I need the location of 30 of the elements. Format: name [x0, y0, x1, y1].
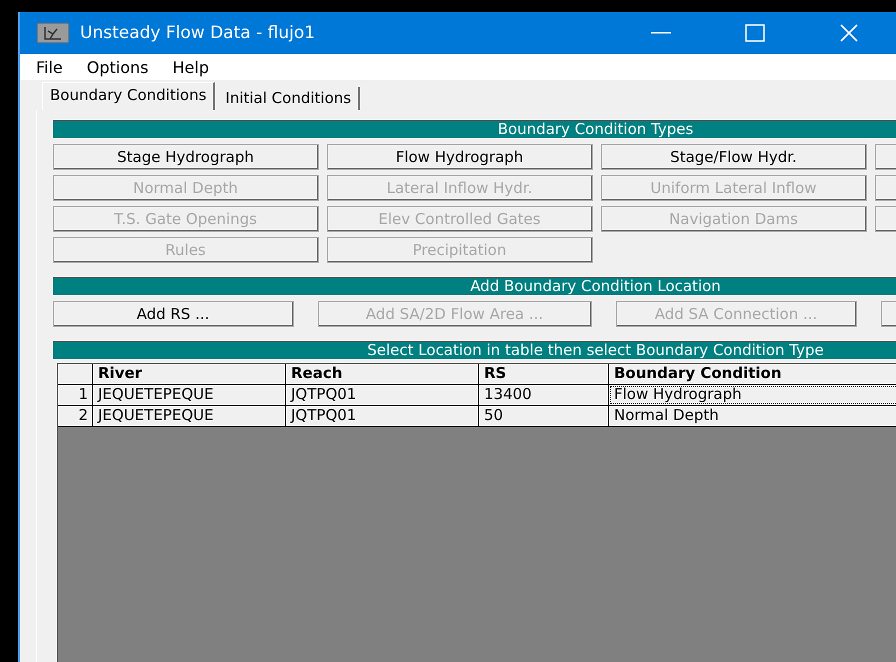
- section-title: Select Location in table then select Boundary Condition Type: [367, 341, 824, 359]
- close-icon[interactable]: [839, 23, 859, 43]
- column-header[interactable]: River: [93, 364, 286, 384]
- command-button[interactable]: Stage Hydrograph: [53, 144, 319, 170]
- table-cell[interactable]: JQTPQ01: [286, 406, 479, 426]
- window-title: Unsteady Flow Data - flujo1: [80, 23, 316, 43]
- menu-item[interactable]: Options: [78, 58, 157, 76]
- column-header[interactable]: Boundary Condition: [609, 364, 896, 384]
- row-number: 1: [58, 385, 93, 405]
- command-button[interactable]: Stage/Flow Hydr.: [601, 144, 867, 170]
- table-cell[interactable]: 50: [479, 406, 609, 426]
- table-cell[interactable]: JQTPQ01: [286, 385, 479, 405]
- maximize-icon[interactable]: [745, 24, 765, 42]
- menu-item[interactable]: File: [28, 58, 71, 76]
- column-header[interactable]: Reach: [286, 364, 479, 384]
- minimize-icon[interactable]: [651, 32, 671, 34]
- app-icon: [37, 23, 69, 43]
- menu-item[interactable]: Help: [164, 58, 217, 76]
- table-cell[interactable]: JEQUETEPEQUE: [93, 385, 286, 405]
- column-header[interactable]: RS: [479, 364, 609, 384]
- tab[interactable]: Boundary Conditions: [42, 82, 216, 110]
- table-cell[interactable]: 13400: [479, 385, 609, 405]
- section-title: Add Boundary Condition Location: [470, 277, 721, 295]
- table-cell[interactable]: Normal Depth: [609, 406, 896, 426]
- command-button[interactable]: Flow Hydrograph: [327, 144, 593, 170]
- command-button[interactable]: Add RS ...: [53, 301, 294, 327]
- section-title: Boundary Condition Types: [498, 120, 694, 138]
- table-cell[interactable]: JEQUETEPEQUE: [93, 406, 286, 426]
- table-cell[interactable]: Flow Hydrograph: [609, 385, 896, 405]
- row-number: 2: [58, 406, 93, 426]
